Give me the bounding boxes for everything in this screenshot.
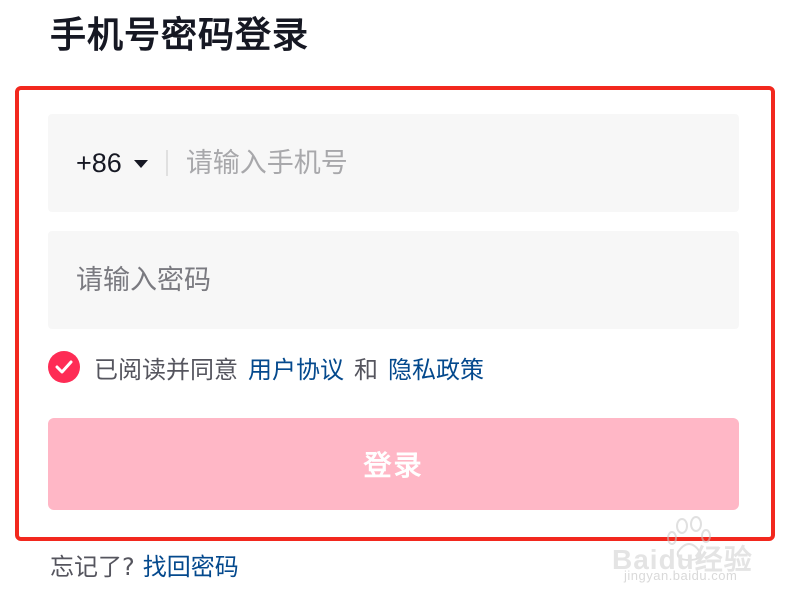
- agreement-row: 已阅读并同意 用户协议 和 隐私政策: [48, 348, 484, 386]
- watermark-url: jingyan.baidu.com: [624, 568, 738, 583]
- country-code-label: +86: [76, 147, 122, 178]
- phone-field[interactable]: +86: [48, 114, 739, 212]
- check-circle-icon[interactable]: [48, 351, 80, 383]
- agreement-prefix: 已阅读并同意: [94, 355, 238, 384]
- terms-link[interactable]: 用户协议: [248, 350, 344, 385]
- recover-password-link[interactable]: 找回密码: [143, 547, 239, 582]
- password-field[interactable]: [48, 231, 739, 329]
- login-button[interactable]: 登录: [48, 418, 739, 510]
- forgot-prefix: 忘记了?: [50, 553, 135, 581]
- forgot-password-row: 忘记了? 找回密码: [50, 547, 239, 582]
- agreement-conjunction: 和: [354, 355, 378, 384]
- field-divider: [165, 150, 168, 176]
- phone-input[interactable]: [185, 147, 686, 179]
- baidu-watermark: Baidu经验 jingyan.baidu.com: [610, 512, 760, 592]
- privacy-link[interactable]: 隐私政策: [388, 350, 484, 385]
- country-code-selector[interactable]: +86: [76, 148, 148, 179]
- caret-down-icon: [133, 160, 148, 168]
- page-title: 手机号密码登录: [50, 15, 310, 56]
- password-input[interactable]: [76, 264, 576, 296]
